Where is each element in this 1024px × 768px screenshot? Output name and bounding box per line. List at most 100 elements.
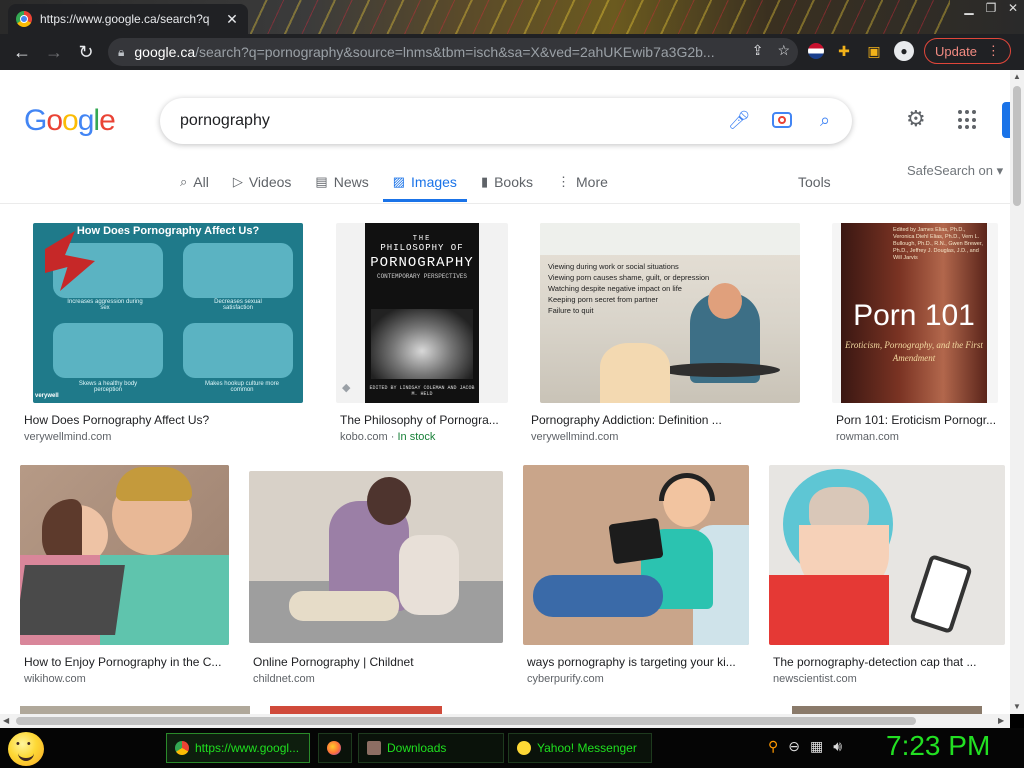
forward-icon[interactable]: → xyxy=(38,36,70,68)
result-caption[interactable]: The Philosophy of Pornogra... xyxy=(340,413,510,427)
tab-more[interactable]: ⋮ More xyxy=(557,166,608,202)
thumbnail-heading: How Does Pornography Affect Us? xyxy=(76,225,260,237)
result-thumbnail[interactable] xyxy=(769,465,1005,645)
profile-avatar-icon[interactable]: ● xyxy=(894,41,914,61)
book-subtitle: CONTEMPORARY PERSPECTIVES xyxy=(376,273,467,280)
horizontal-scrollbar[interactable]: ◀ ▶ xyxy=(0,714,1010,728)
vpn-flag-icon[interactable] xyxy=(808,43,824,59)
result-thumbnail[interactable]: Viewing during work or social situations… xyxy=(540,223,800,403)
tab-books[interactable]: ▮ Books xyxy=(481,166,533,202)
result-caption[interactable]: Online Pornography | Childnet xyxy=(253,655,505,669)
result-caption[interactable]: How to Enjoy Pornography in the C... xyxy=(24,655,230,669)
scroll-left-icon[interactable]: ◀ xyxy=(3,716,9,725)
scrollbar-thumb[interactable] xyxy=(16,717,916,725)
apps-grid-icon[interactable] xyxy=(958,110,978,130)
scrollbar-thumb[interactable] xyxy=(1013,86,1021,206)
taskbar-downloads-button[interactable]: Downloads xyxy=(358,733,504,763)
image-result[interactable]: Edited by James Elias, Ph.D., Veronica D… xyxy=(832,223,1010,451)
search-icon: ⌕ xyxy=(180,174,188,189)
chrome-favicon-icon xyxy=(16,11,32,27)
tab-videos[interactable]: ▷ Videos xyxy=(233,166,292,202)
result-caption[interactable]: How Does Pornography Affect Us? xyxy=(24,413,314,427)
tab-images[interactable]: ▨ Images xyxy=(382,166,467,202)
image-icon: ▨ xyxy=(392,174,406,189)
maximize-icon[interactable]: ❐ xyxy=(980,0,1002,18)
reload-icon[interactable]: ↻ xyxy=(70,36,102,68)
side-panel-icon[interactable]: ▣ xyxy=(864,41,884,61)
result-thumbnail[interactable]: Edited by James Elias, Ph.D., Veronica D… xyxy=(832,223,998,403)
close-window-icon[interactable]: ✕ xyxy=(1002,0,1024,18)
system-tray: ⚲ ⊖ ▦ 🔊︎ xyxy=(768,738,842,755)
image-result[interactable]: How to Enjoy Pornography in the C... wik… xyxy=(20,465,232,687)
book-title-line: PHILOSOPHY OF xyxy=(380,243,464,253)
update-button[interactable]: Update ⋮ xyxy=(924,38,1011,64)
image-result[interactable]: How Does Pornography Affect Us? Increase… xyxy=(20,223,316,451)
camera-lens-icon[interactable] xyxy=(772,112,792,128)
address-bar[interactable]: 🔒︎ google.ca /search?q=pornography&sourc… xyxy=(108,38,798,66)
book-subtitle: Eroticism, Pornography, and the First Am… xyxy=(845,340,983,363)
image-result[interactable]: Viewing during work or social situations… xyxy=(527,223,817,451)
bookmark-star-icon[interactable]: ☆ xyxy=(777,42,790,59)
laptop-graphic xyxy=(20,565,125,635)
taskbar-yahoo-messenger-button[interactable]: Yahoo! Messenger xyxy=(508,733,652,763)
vertical-scrollbar[interactable]: ▲ ▼ xyxy=(1010,70,1024,714)
extensions-puzzle-icon[interactable]: ✚ xyxy=(834,41,854,61)
result-thumbnail[interactable] xyxy=(249,471,503,643)
book-title-line: PORNOGRAPHY xyxy=(370,255,474,271)
search-tray-icon[interactable]: ⚲ xyxy=(768,738,778,755)
browser-toolbar: ← → ↻ 🔒︎ google.ca /search?q=pornography… xyxy=(0,34,1024,70)
image-result-partial[interactable] xyxy=(792,706,982,714)
scroll-right-icon[interactable]: ▶ xyxy=(998,716,1004,725)
search-icon[interactable]: ⌕ xyxy=(814,109,836,131)
settings-gear-icon[interactable]: ⚙ xyxy=(906,106,926,132)
image-result-partial[interactable] xyxy=(20,706,250,714)
search-input[interactable] xyxy=(180,112,700,130)
tab-news[interactable]: ▤ News xyxy=(315,166,368,202)
image-result-partial[interactable] xyxy=(270,706,442,714)
result-thumbnail[interactable]: How Does Pornography Affect Us? Increase… xyxy=(33,223,303,403)
display-tray-icon[interactable]: ▦ xyxy=(810,738,823,755)
sign-in-button[interactable] xyxy=(1002,102,1010,138)
tools-button[interactable]: Tools xyxy=(798,174,831,190)
result-caption[interactable]: ways pornography is targeting your ki... xyxy=(527,655,753,669)
start-smiley-icon[interactable] xyxy=(8,732,44,766)
taskbar-firefox-button[interactable] xyxy=(318,733,352,763)
back-icon[interactable]: ← xyxy=(6,36,38,68)
microphone-icon[interactable]: 🎤︎ xyxy=(728,109,751,131)
result-thumbnail[interactable] xyxy=(20,465,229,645)
book-icon: ▮ xyxy=(480,174,489,189)
minimize-icon[interactable]: ▁ xyxy=(958,0,980,18)
browser-tab[interactable]: https://www.google.ca/search?q ✕ xyxy=(8,4,248,34)
volume-icon[interactable]: 🔊︎ xyxy=(833,738,842,755)
result-source: childnet.com xyxy=(253,673,315,685)
result-caption[interactable]: The pornography-detection cap that ... xyxy=(773,655,1005,669)
share-icon[interactable]: ⇪ xyxy=(752,42,764,59)
image-result[interactable]: ways pornography is targeting your ki...… xyxy=(523,465,753,687)
image-result[interactable]: THE PHILOSOPHY OF PORNOGRAPHY CONTEMPORA… xyxy=(336,223,510,451)
result-caption[interactable]: Porn 101: Eroticism Pornogr... xyxy=(836,413,1006,427)
logo-letter: e xyxy=(99,104,116,137)
result-thumbnail[interactable]: THE PHILOSOPHY OF PORNOGRAPHY CONTEMPORA… xyxy=(336,223,508,403)
result-source: cyberpurify.com xyxy=(527,673,604,685)
google-logo[interactable]: Google xyxy=(24,104,116,138)
browser-tabstrip: https://www.google.ca/search?q ✕ ▁ ❐ ✕ xyxy=(0,0,1024,34)
network-tray-icon[interactable]: ⊖ xyxy=(788,738,800,755)
result-source: verywellmind.com xyxy=(24,431,112,443)
result-thumbnail[interactable] xyxy=(523,465,749,645)
clock[interactable]: 7:23 PM xyxy=(886,730,990,762)
play-icon: ▷ xyxy=(232,174,243,189)
taskbar-chrome-button[interactable]: https://www.googl... xyxy=(166,733,310,763)
scroll-up-icon[interactable]: ▲ xyxy=(1013,72,1021,81)
result-caption[interactable]: Pornography Addiction: Definition ... xyxy=(531,413,817,427)
result-source: rowman.com xyxy=(836,431,899,443)
safesearch-dropdown[interactable]: SafeSearch on ▾ xyxy=(907,163,1003,179)
image-result[interactable]: The pornography-detection cap that ... n… xyxy=(769,465,1010,687)
close-tab-icon[interactable]: ✕ xyxy=(224,11,240,28)
panel-caption: Decreases sexual satisfaction xyxy=(214,299,262,311)
logo-letter: o xyxy=(46,104,63,137)
sign-line: Viewing during work or social situations xyxy=(548,262,679,271)
image-result[interactable]: Online Pornography | Childnet childnet.c… xyxy=(249,465,505,687)
chrome-icon xyxy=(175,741,189,755)
tab-all[interactable]: ⌕ All xyxy=(180,166,209,202)
scroll-down-icon[interactable]: ▼ xyxy=(1013,702,1021,711)
